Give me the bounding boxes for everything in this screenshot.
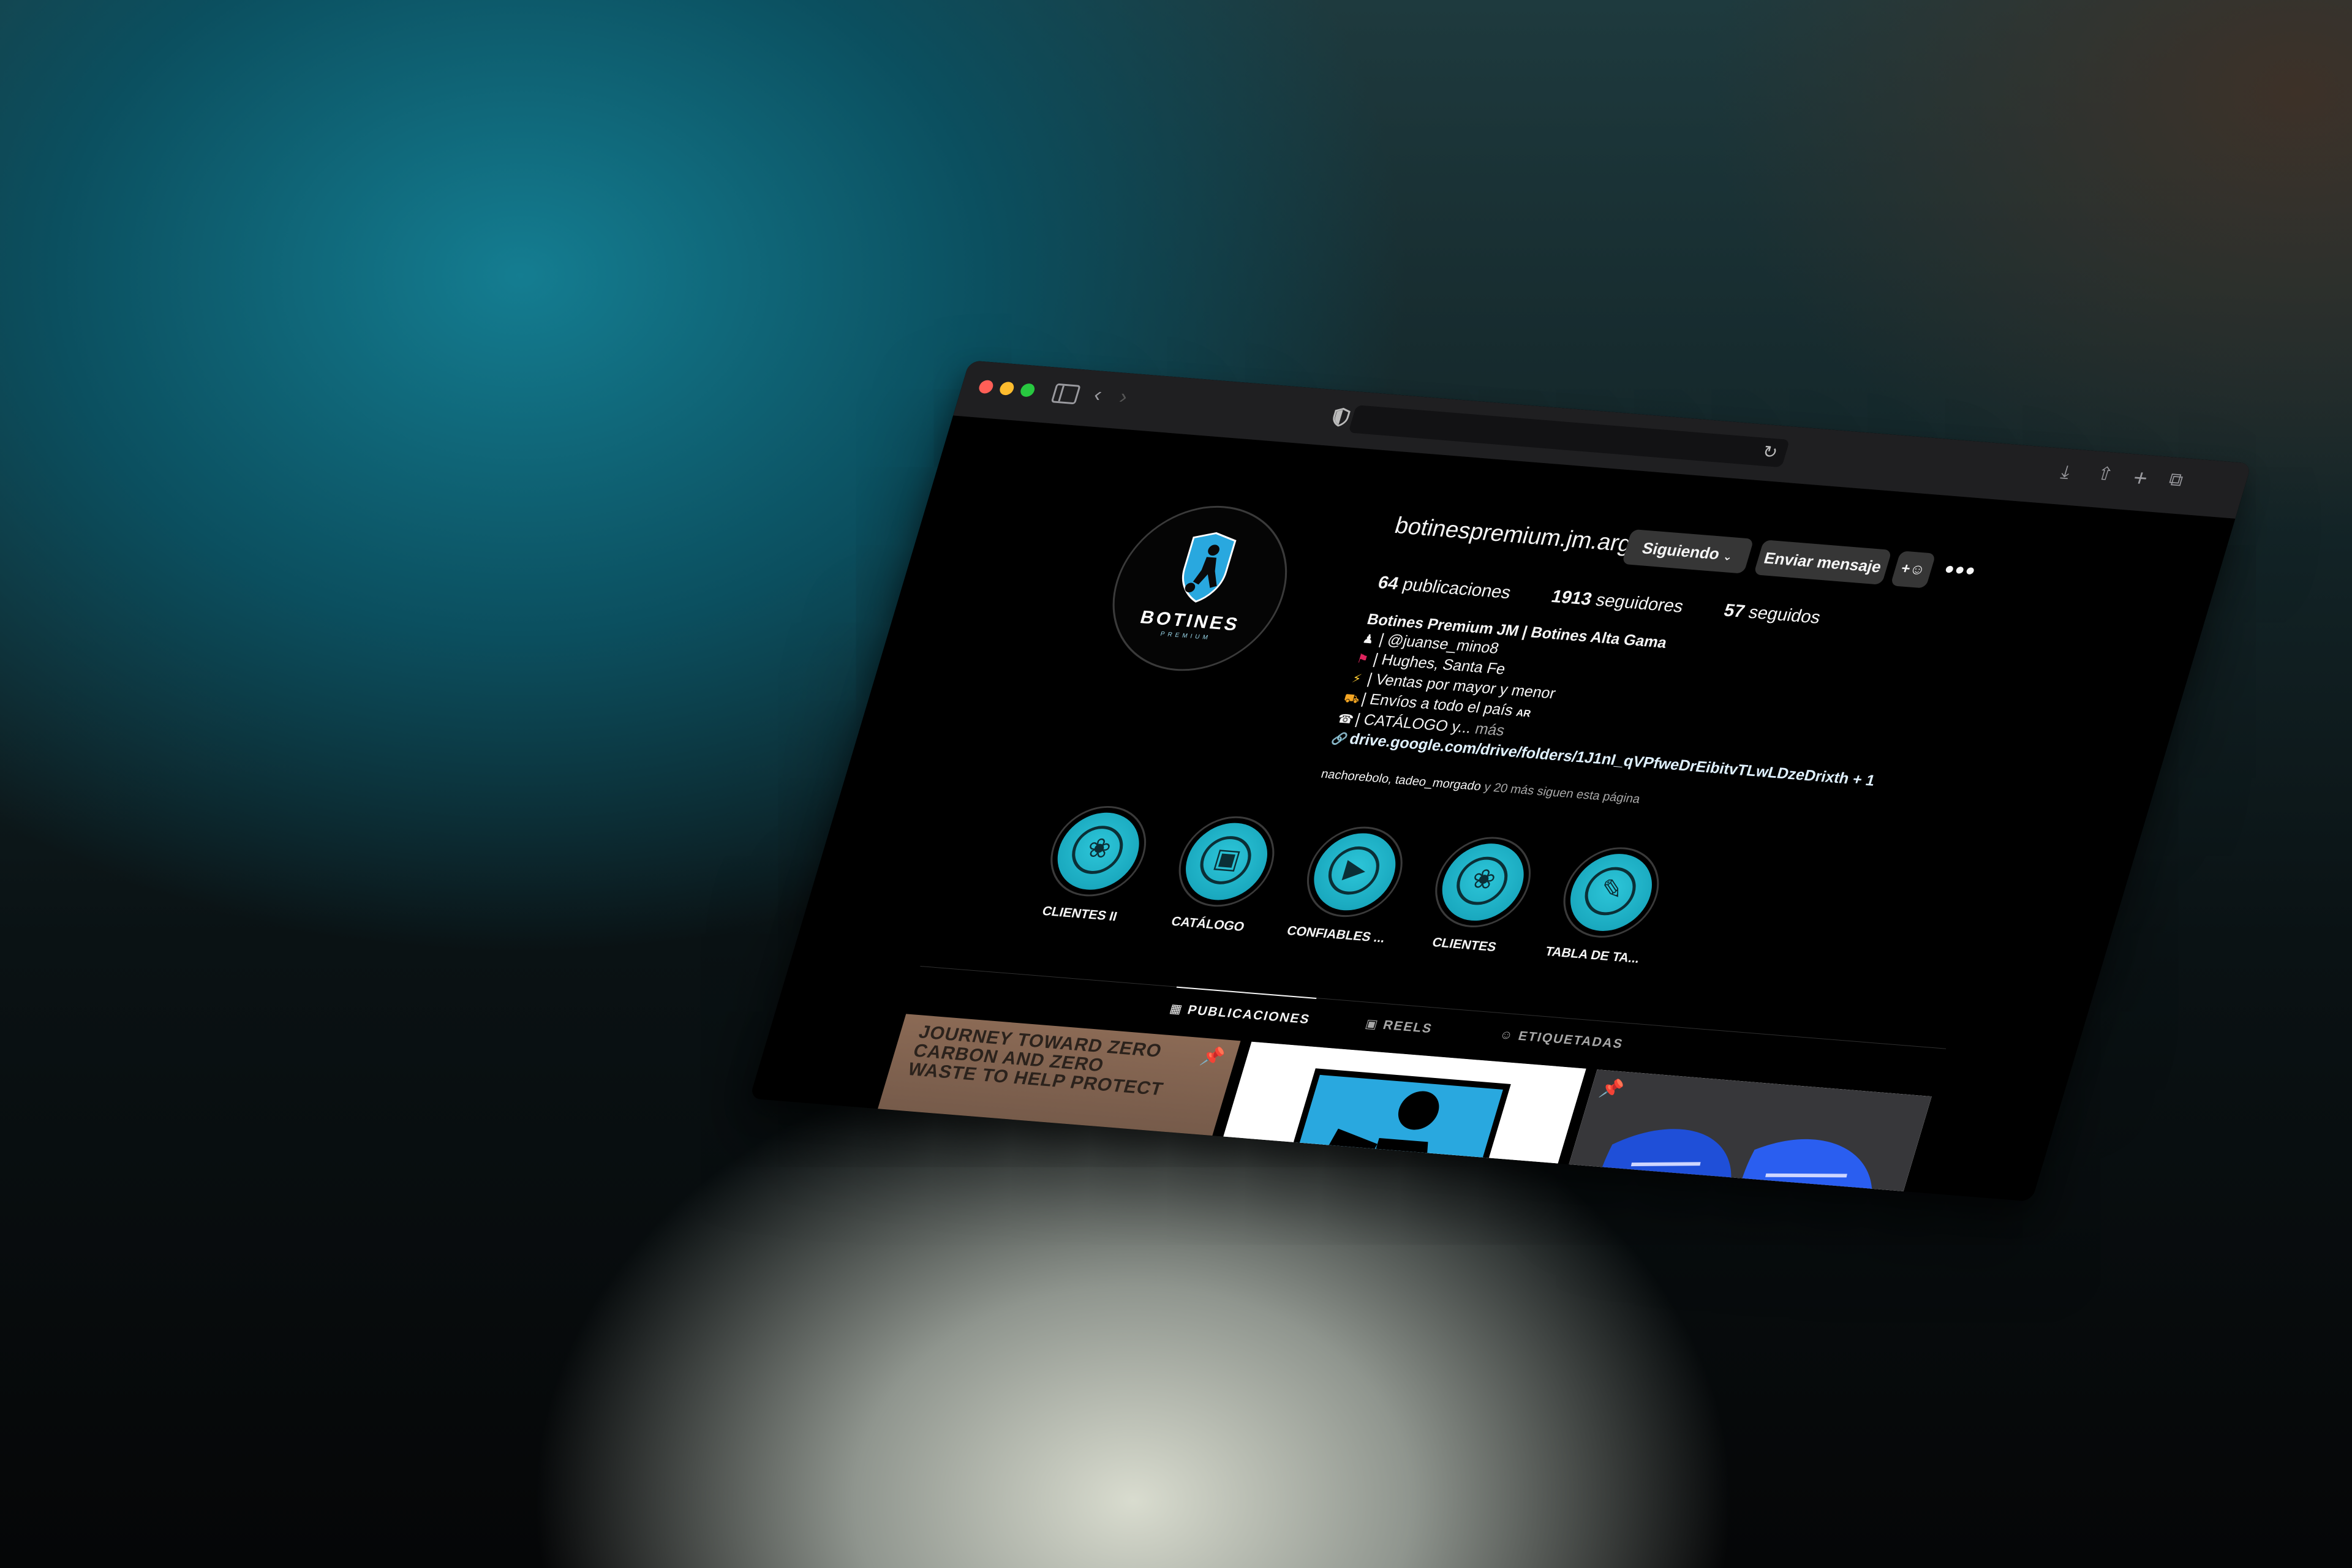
post-thumbnail[interactable]: JOURNEY TOWARD ZERO CARBON AND ZERO WAST… bbox=[834, 1014, 1241, 1202]
more-options-icon[interactable]: ••• bbox=[1941, 556, 1980, 586]
botines-logo-image bbox=[1180, 1041, 1586, 1202]
link-icon: 🔗 bbox=[1330, 731, 1349, 747]
truck-emoji-icon: ⛟ bbox=[1342, 692, 1362, 706]
highlight-ring: ▶ bbox=[1295, 823, 1414, 921]
highlight-ring: ▣ bbox=[1167, 813, 1286, 911]
followers-stat[interactable]: 1913 seguidores bbox=[1549, 587, 1686, 617]
close-window-button[interactable] bbox=[977, 379, 995, 394]
phone-emoji-icon: ☎ bbox=[1336, 712, 1355, 727]
share-icon[interactable]: ⇧ bbox=[2095, 464, 2116, 484]
zoom-window-button[interactable] bbox=[1019, 383, 1036, 398]
bio-extra-links[interactable]: + 1 bbox=[1850, 771, 1877, 789]
download-icon[interactable]: ⤓ bbox=[2059, 462, 2073, 482]
forward-icon[interactable]: › bbox=[1117, 385, 1130, 409]
highlight-label: CLIENTES II bbox=[1040, 903, 1119, 924]
following-count: 57 bbox=[1721, 600, 1747, 622]
story-highlights: ❀ CLIENTES II ▣ CATÁLOGO ▶ CONFIABLES ..… bbox=[1015, 801, 1722, 975]
tab-etiquetadas[interactable]: ☺ETIQUETADAS bbox=[1494, 1014, 1629, 1066]
add-person-icon: +☺ bbox=[1899, 560, 1928, 579]
following-label: seguidos bbox=[1746, 602, 1823, 628]
highlight-clientes[interactable]: ❀ CLIENTES bbox=[1401, 832, 1557, 957]
profile-username: botinespremium.jm.arg bbox=[1392, 513, 1635, 557]
posts-stat: 64 publicaciones bbox=[1376, 573, 1513, 603]
highlight-label: CONFIABLES ... bbox=[1285, 924, 1387, 946]
highlight-ring: ❀ bbox=[1039, 802, 1158, 900]
followed-by-users: nachorebolo, tadeo_morgado bbox=[1319, 767, 1483, 794]
posts-count: 64 bbox=[1375, 573, 1401, 594]
pin-emoji-icon: ⚑ bbox=[1355, 652, 1370, 666]
highlight-catalogo[interactable]: ▣ CATÁLOGO bbox=[1145, 812, 1301, 937]
tab-label: REELS bbox=[1381, 1018, 1434, 1036]
pin-icon: 📌 bbox=[1198, 1046, 1227, 1068]
following-button-label: Siguiendo bbox=[1640, 538, 1722, 564]
following-button[interactable]: Siguiendo ⌄ bbox=[1621, 529, 1754, 574]
suggest-accounts-button[interactable]: +☺ bbox=[1890, 551, 1936, 589]
person-emoji-icon: ♟ bbox=[1360, 632, 1376, 647]
sidebar-toggle-icon[interactable] bbox=[1050, 383, 1081, 405]
highlight-label: CLIENTES bbox=[1430, 935, 1498, 955]
reels-icon: ▣ bbox=[1363, 1017, 1381, 1032]
send-message-button[interactable]: Enviar mensaje bbox=[1753, 540, 1893, 585]
profile-bio: Botines Premium JM | Botines Alta Gama ♟… bbox=[1329, 610, 1913, 792]
lightning-emoji-icon: ⚡ bbox=[1350, 672, 1363, 686]
handshake-icon: ❀ bbox=[1432, 840, 1534, 924]
grid-icon: ▦ bbox=[1168, 1002, 1185, 1017]
box-icon: ▣ bbox=[1176, 820, 1277, 903]
highlight-label: CATÁLOGO bbox=[1169, 914, 1246, 934]
followed-by-text[interactable]: nachorebolo, tadeo_morgado y 20 más sigu… bbox=[1319, 767, 1642, 807]
highlight-tabla-de-talles[interactable]: ✎ TABLA DE TA... bbox=[1529, 843, 1686, 968]
highlight-ring: ✎ bbox=[1551, 843, 1671, 941]
back-icon[interactable]: ‹ bbox=[1091, 383, 1104, 406]
posts-label: publicaciones bbox=[1400, 575, 1513, 603]
browser-window: ‹ › ↻ ⤓ ⇧ + ⧉ BOTINES PREMIUM botinespre… bbox=[749, 360, 2252, 1202]
tab-label: PUBLICACIONES bbox=[1186, 1003, 1312, 1027]
highlight-confiables[interactable]: ▶ CONFIABLES ... bbox=[1273, 822, 1429, 947]
shield-icon[interactable] bbox=[1330, 407, 1352, 427]
highlight-ring: ❀ bbox=[1423, 833, 1542, 931]
tab-label: ETIQUETADAS bbox=[1517, 1028, 1626, 1052]
instagram-profile-page: BOTINES PREMIUM botinespremium.jm.arg Si… bbox=[749, 415, 2236, 1202]
tab-reels[interactable]: ▣REELS bbox=[1359, 1003, 1438, 1050]
chevron-down-icon: ⌄ bbox=[1721, 550, 1735, 563]
bio-more-link[interactable]: más bbox=[1473, 720, 1507, 739]
followers-label: seguidores bbox=[1593, 590, 1686, 617]
handshake-icon: ❀ bbox=[1047, 809, 1149, 893]
video-icon: ▶ bbox=[1304, 830, 1406, 914]
botines-shield-logo bbox=[1182, 532, 1237, 603]
reload-icon[interactable]: ↻ bbox=[1760, 442, 1780, 462]
new-tab-icon[interactable]: + bbox=[2130, 466, 2150, 492]
profile-avatar[interactable]: BOTINES PREMIUM bbox=[1091, 499, 1308, 677]
box-printed-text: JOURNEY TOWARD ZERO CARBON AND ZERO WAST… bbox=[905, 1022, 1166, 1100]
followers-count: 1913 bbox=[1549, 587, 1594, 609]
argentina-flag-label: AR bbox=[1515, 707, 1532, 720]
highlight-clientes-ii[interactable]: ❀ CLIENTES II bbox=[1016, 801, 1172, 926]
ruler-icon: ✎ bbox=[1560, 851, 1662, 934]
tabs-overview-icon[interactable]: ⧉ bbox=[2166, 469, 2185, 490]
followed-by-rest: y 20 más siguen esta página bbox=[1482, 780, 1642, 807]
post-thumbnail[interactable] bbox=[1180, 1041, 1586, 1202]
minimize-window-button[interactable] bbox=[998, 381, 1016, 396]
tagged-icon: ☺ bbox=[1498, 1028, 1516, 1042]
following-stat[interactable]: 57 seguidos bbox=[1721, 601, 1823, 628]
turquoise-boot-image bbox=[867, 1170, 1163, 1202]
highlight-label: TABLA DE TA... bbox=[1544, 944, 1642, 966]
tab-publicaciones[interactable]: ▦PUBLICACIONES bbox=[1164, 986, 1317, 1041]
